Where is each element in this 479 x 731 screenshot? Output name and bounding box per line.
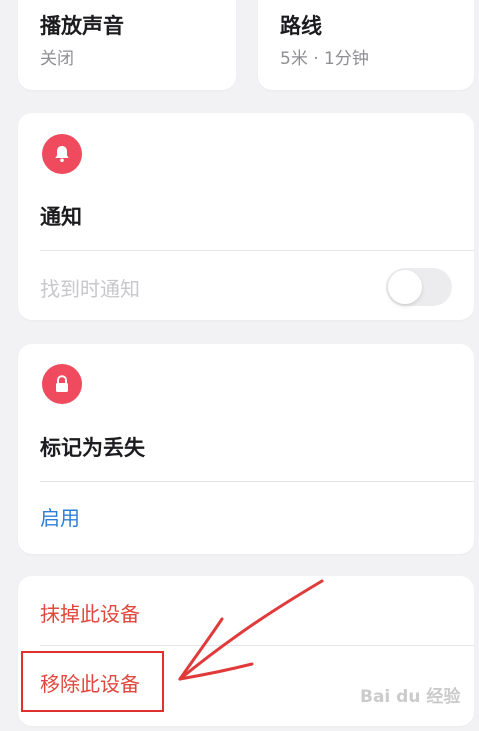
- watermark: Bai du 经验: [360, 687, 461, 707]
- divider: [40, 250, 474, 251]
- play-sound-title: 播放声音: [40, 14, 124, 38]
- notify-when-found-toggle[interactable]: [386, 268, 452, 306]
- erase-device-button[interactable]: 抹掉此设备: [40, 598, 140, 627]
- play-sound-status: 关闭: [40, 49, 74, 69]
- lock-icon: [42, 364, 82, 404]
- play-sound-card[interactable]: 播放声音 关闭: [18, 0, 236, 90]
- highlight-box: [21, 651, 164, 712]
- bell-icon: [42, 134, 82, 174]
- notify-when-found-label: 找到时通知: [40, 277, 140, 301]
- notifications-title: 通知: [40, 205, 82, 229]
- enable-lost-mode-link[interactable]: 启用: [40, 502, 80, 531]
- route-card[interactable]: 路线 5米 · 1分钟: [258, 0, 474, 90]
- divider: [40, 481, 474, 482]
- mark-as-lost-card: 标记为丢失 启用: [18, 344, 474, 554]
- notifications-card: 通知 找到时通知: [18, 113, 474, 320]
- route-title: 路线: [280, 14, 322, 38]
- toggle-knob: [388, 270, 422, 304]
- route-detail: 5米 · 1分钟: [280, 49, 369, 69]
- divider: [40, 645, 474, 646]
- mark-as-lost-title: 标记为丢失: [40, 436, 145, 460]
